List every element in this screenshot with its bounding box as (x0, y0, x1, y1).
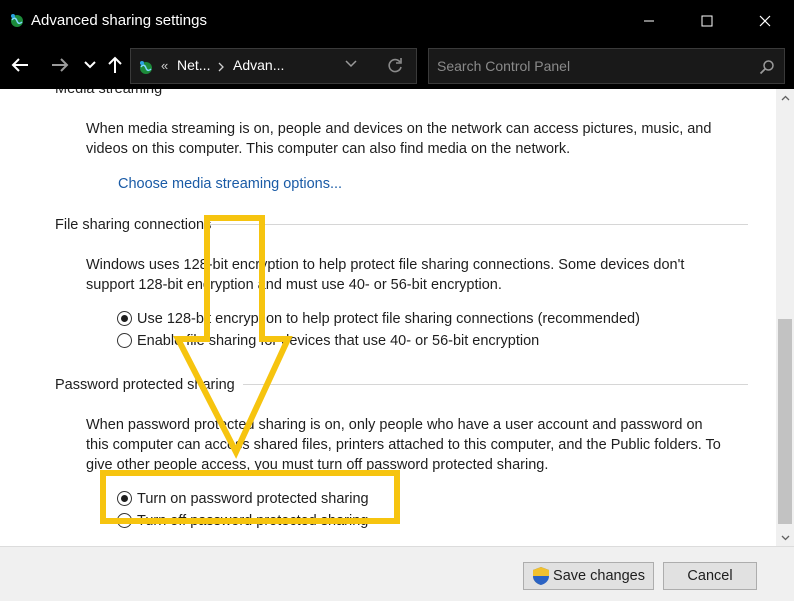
file-sharing-description-line2: support 128-bit encryption and must use … (86, 277, 502, 293)
section-divider (243, 384, 748, 385)
refresh-icon[interactable] (386, 57, 404, 75)
vertical-scrollbar[interactable] (776, 89, 794, 546)
up-arrow-icon (108, 56, 122, 73)
window-title: Advanced sharing settings (31, 12, 207, 29)
password-description-line1: When password protected sharing is on, o… (86, 417, 703, 433)
radio-button[interactable] (117, 333, 132, 348)
close-icon (759, 15, 771, 27)
breadcrumb-advanced[interactable]: Advan... (233, 57, 284, 73)
cancel-label: Cancel (687, 568, 733, 584)
breadcrumb-network[interactable]: Net... (177, 57, 210, 73)
search-icon[interactable] (759, 59, 775, 75)
media-description-line1: When media streaming is on, people and d… (86, 121, 712, 137)
radio-button[interactable] (117, 311, 132, 326)
section-title-password-sharing: Password protected sharing (55, 377, 235, 393)
search-box[interactable] (428, 48, 785, 84)
network-globe-icon (11, 14, 23, 27)
maximize-icon (701, 15, 713, 27)
password-description-line2: this computer can access shared files, p… (86, 437, 721, 453)
file-sharing-description-line1: Windows uses 128-bit encryption to help … (86, 257, 685, 273)
network-globe-icon (140, 61, 152, 74)
scroll-up-button[interactable] (776, 89, 794, 106)
title-bar: Advanced sharing settings (0, 0, 794, 42)
radio-label: Turn on password protected sharing (137, 491, 369, 507)
settings-content: Media streaming When media streaming is … (0, 89, 776, 546)
password-description-line3: give other people access, you must turn … (86, 457, 549, 473)
minimize-button[interactable] (620, 0, 678, 42)
save-changes-button[interactable]: Save changes (523, 562, 654, 590)
search-input[interactable] (437, 55, 747, 77)
scrollbar-thumb[interactable] (778, 319, 792, 524)
dialog-footer: Save changes Cancel (0, 546, 794, 601)
section-divider (210, 224, 748, 225)
save-changes-label: Save changes (553, 568, 645, 584)
forward-arrow-icon (52, 58, 69, 72)
media-streaming-options-link[interactable]: Choose media streaming options... (118, 176, 342, 192)
address-bar[interactable]: « Net... Advan... (130, 48, 417, 84)
forward-button[interactable] (48, 53, 72, 77)
close-button[interactable] (736, 0, 794, 42)
section-title-media-streaming: Media streaming (55, 89, 163, 97)
chevron-right-icon (218, 62, 224, 72)
radio-label: Use 128-bit encryption to help protect f… (137, 311, 640, 327)
maximize-button[interactable] (678, 0, 736, 42)
media-description-line2: videos on this computer. This computer c… (86, 141, 571, 157)
up-button[interactable] (103, 53, 127, 77)
section-title-file-sharing: File sharing connections (55, 217, 212, 233)
cancel-button[interactable]: Cancel (663, 562, 757, 590)
navigation-bar: « Net... Advan... (0, 42, 794, 89)
recent-locations-button[interactable] (78, 53, 102, 77)
breadcrumb-overflow[interactable]: « (161, 58, 168, 73)
minimize-icon (644, 20, 654, 22)
radio-label: Enable file sharing for devices that use… (137, 333, 540, 349)
radio-label: Turn off password protected sharing (137, 513, 369, 529)
back-button[interactable] (8, 53, 32, 77)
radio-button[interactable] (117, 513, 132, 528)
chevron-down-icon[interactable] (345, 60, 357, 68)
back-arrow-icon (11, 58, 28, 72)
chevron-down-icon (781, 535, 789, 540)
chevron-up-icon (781, 95, 789, 100)
uac-shield-icon (533, 567, 550, 585)
radio-button[interactable] (117, 491, 132, 506)
chevron-down-icon (84, 61, 96, 69)
scroll-down-button[interactable] (776, 529, 794, 546)
